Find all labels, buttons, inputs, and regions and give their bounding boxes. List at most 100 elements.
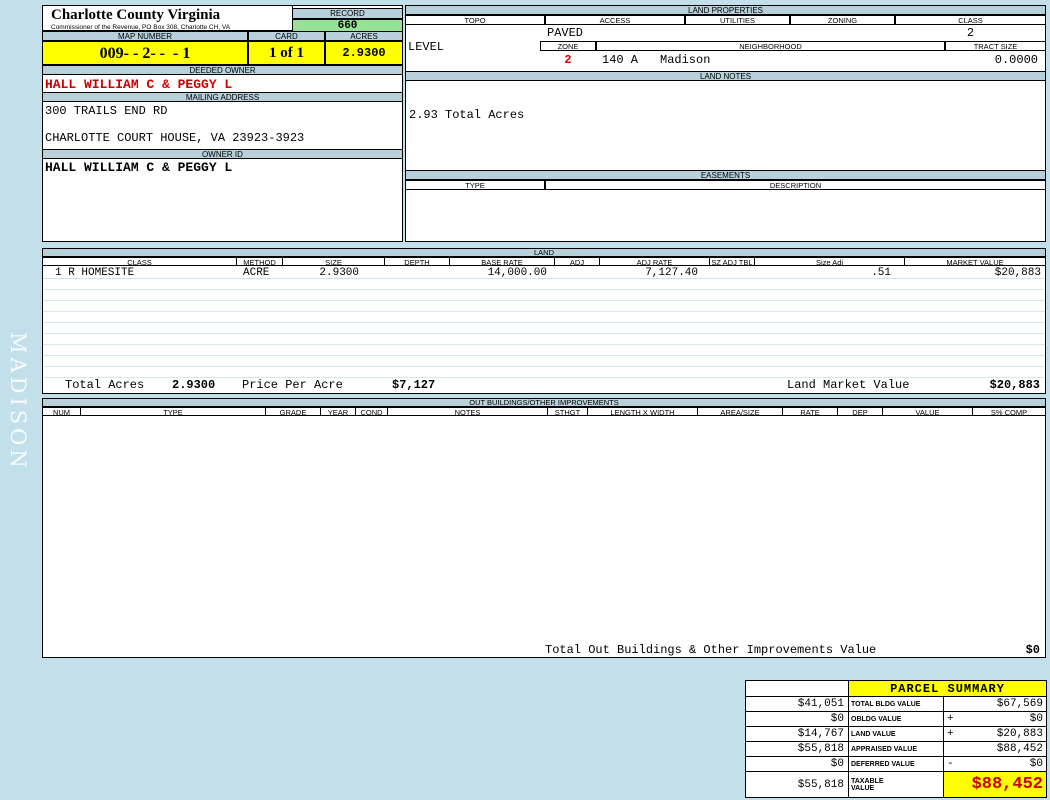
land-table-empty-rows	[43, 279, 1045, 378]
land-col-class: CLASS	[43, 258, 237, 265]
land-table-empty-row	[43, 290, 1045, 301]
land-cell-adj-rate: 7,127.40	[645, 267, 698, 279]
ob-col-area-size: AREA/SIZE	[698, 408, 783, 415]
operator: -	[947, 758, 954, 770]
tract-size-header: TRACT SIZE	[945, 41, 1046, 51]
ob-col-notes: NOTES	[388, 408, 548, 415]
col-utilities: UTILITIES	[685, 15, 790, 25]
price-per-acre-value: $7,127	[392, 378, 436, 392]
price-per-acre-label: Price Per Acre	[242, 378, 343, 392]
summary-label: TAXABLE VALUE	[848, 771, 944, 798]
land-cell-base-rate: 14,000.00	[487, 267, 547, 279]
current-value: - $0	[943, 756, 1047, 772]
county-title-box: Charlotte County Virginia Commissioner o…	[42, 5, 293, 31]
land-notes-text: 2.93 Total Acres	[409, 108, 525, 122]
land-table-empty-row	[43, 356, 1045, 367]
deeded-owner-value: HALL WILLIAM C & PEGGY L	[45, 77, 233, 92]
neighborhood-value: Madison	[660, 53, 711, 67]
prior-value: $0	[745, 711, 849, 727]
zone-header: ZONE	[540, 41, 596, 51]
taxable-value: $88,452	[943, 771, 1047, 798]
land-notes-title: LAND NOTES	[405, 71, 1046, 81]
summary-row-total-bldg: $41,051 TOTAL BLDG VALUE $67,569	[745, 696, 1047, 712]
current-value: + $20,883	[943, 726, 1047, 742]
land-totals-row: Total Acres 2.9300 Price Per Acre $7,127…	[42, 376, 1046, 393]
land-col-adj: ADJ	[555, 258, 600, 265]
land-cell-adj	[555, 267, 600, 278]
current-value: $88,452	[943, 741, 1047, 757]
land-properties-title: LAND PROPERTIES	[405, 5, 1046, 15]
land-col-method: METHOD	[237, 258, 283, 265]
summary-label: TOTAL BLDG VALUE	[848, 696, 944, 712]
prior-value: $55,818	[745, 771, 849, 798]
acres-header: ACRES	[325, 31, 403, 41]
operator: +	[947, 713, 954, 725]
summary-label: OBLDG VALUE	[848, 711, 944, 727]
parcel-summary: PARCEL SUMMARY $41,051 TOTAL BLDG VALUE …	[745, 680, 1047, 798]
neighborhood-header: NEIGHBORHOOD	[596, 41, 945, 51]
zone-code: 140 A	[602, 53, 639, 67]
ob-col-value: VALUE	[883, 408, 973, 415]
land-cell-class: 1 R HOMESITE	[55, 267, 135, 279]
land-cell-size-adj: .51	[871, 267, 891, 279]
owner-id-header: OWNER ID	[42, 149, 403, 159]
land-table-empty-row	[43, 345, 1045, 356]
record-header: RECORD	[292, 8, 403, 19]
card-field[interactable]: 1 of 1	[248, 41, 325, 65]
land-market-value-label: Land Market Value	[787, 378, 910, 392]
map-number-header: MAP NUMBER	[42, 31, 248, 41]
parcel-summary-title: PARCEL SUMMARY	[848, 680, 1047, 697]
map-number-field[interactable]: 009- - 2- - - 1	[42, 41, 248, 65]
summary-row-appraised: $55,818 APPRAISED VALUE $88,452	[745, 741, 1047, 757]
prior-value: $41,051	[745, 696, 849, 712]
summary-label: DEFERRED VALUE	[848, 756, 944, 772]
out-buildings-totals-row: Total Out Buildings & Other Improvements…	[42, 641, 1046, 657]
property-record-screen: { "colors": { "page_bg": "#c3dfe9", "hea…	[0, 0, 1050, 800]
easement-type-header: TYPE	[405, 180, 545, 190]
ob-col-sthgt: STHGT	[548, 408, 588, 415]
mailing-address-line2: CHARLOTTE COURT HOUSE, VA 23923-3923	[45, 131, 305, 145]
owner-id-value: HALL WILLIAM C & PEGGY L	[45, 160, 233, 175]
col-zoning: ZONING	[790, 15, 895, 25]
ob-col-num: NUM	[43, 408, 81, 415]
land-cell-market-value: $20,883	[994, 267, 1041, 279]
district-watermark: MADISON	[6, 332, 30, 472]
ob-col-pct-comp: S% COMP	[990, 408, 1028, 416]
col-access: ACCESS	[545, 15, 685, 25]
out-buildings-total-label: Total Out Buildings & Other Improvements…	[545, 643, 877, 657]
total-acres-label: Total Acres	[65, 378, 145, 392]
land-col-market-value: MARKET VALUE	[946, 258, 1004, 266]
summary-row-land: $14,767 LAND VALUE + $20,883	[745, 726, 1047, 742]
col-class: CLASS	[895, 15, 1046, 25]
card-header: CARD	[248, 31, 325, 41]
land-col-depth: DEPTH	[385, 258, 450, 265]
ob-col-type: TYPE	[81, 408, 266, 415]
out-buildings-total-value: $0	[1025, 643, 1040, 657]
summary-row-obldg: $0 OBLDG VALUE + $0	[745, 711, 1047, 727]
summary-row-taxable: $55,818 TAXABLE VALUE $88,452	[745, 771, 1047, 798]
ob-col-dep: DEP	[838, 408, 883, 415]
acres-field[interactable]: 2.9300	[325, 41, 403, 65]
col-topo: TOPO	[405, 15, 545, 25]
land-col-adj-rate: ADJ RATE	[600, 258, 710, 265]
summary-label: APPRAISED VALUE	[848, 741, 944, 757]
topo-value: LEVEL	[408, 40, 445, 54]
ob-col-rate: RATE	[783, 408, 838, 415]
land-table-columns: CLASS METHOD SIZE DEPTH BASE RATE ADJ AD…	[43, 257, 1045, 266]
land-table-row: 1 R HOMESITE ACRE 2.9300 14,000.00 7,127…	[43, 267, 1045, 279]
land-cell-depth	[385, 267, 450, 278]
ob-col-cond: COND	[356, 408, 388, 415]
ob-col-year: YEAR	[321, 408, 356, 415]
land-col-size-adj: Size Adj	[755, 258, 905, 265]
prior-value: $55,818	[745, 741, 849, 757]
summary-label: LAND VALUE	[848, 726, 944, 742]
land-cell-size: 2.9300	[319, 267, 359, 279]
prior-value: $0	[745, 756, 849, 772]
land-table-title: LAND	[42, 248, 1046, 257]
summary-blank-cell	[745, 680, 849, 697]
county-subtitle: Commissioner of the Revenue, PO Box 308,…	[51, 24, 231, 31]
deeded-owner-header: DEEDED OWNER	[42, 65, 403, 75]
land-col-base-rate: BASE RATE	[450, 258, 555, 265]
mailing-address-line1: 300 TRAILS END RD	[45, 104, 168, 118]
easement-description-header: DESCRIPTION	[545, 180, 1046, 190]
